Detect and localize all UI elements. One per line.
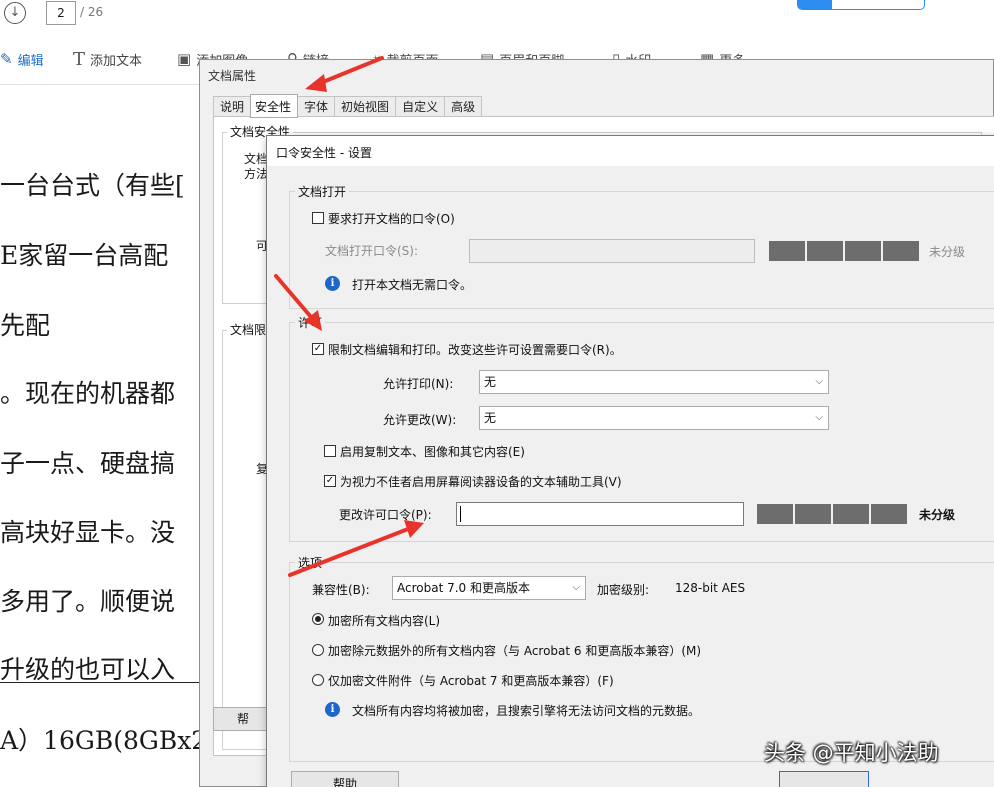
toolbar-separator [0,84,210,85]
dialog-title: 口令安全性 - 设置 [276,146,372,160]
ok-button[interactable] [779,771,869,787]
info-icon: i [325,276,340,291]
restrict-editing-checkbox[interactable]: ✓ [312,343,324,355]
tool-edit-label: 编辑 [17,53,44,69]
accessibility-checkbox[interactable]: ✓ [324,475,336,487]
help-button[interactable]: 帮助 [291,771,399,787]
chevron-down-icon: ⌵ [815,412,823,423]
print-allowed-value: 无 [484,375,497,389]
doc-text-line: 多用了。顺便说 [0,587,176,616]
doc-text-line: A）16GB(8GBx2)套装 [0,726,210,755]
encrypt-attachments-label: 仅加密文件附件（与 Acrobat 7 和更高版本兼容）(F) [328,674,614,688]
permissions-password-input[interactable] [456,502,744,526]
info-icon: i [325,702,340,717]
options-info-text: 文档所有内容均将被加密，且搜索引擎将无法访问文档的元数据。 [352,704,701,718]
watermark-text: 头条 @平知小法助 [764,741,939,765]
print-allowed-label: 允许打印(N): [383,377,454,391]
compatibility-label: 兼容性(B): [312,583,370,597]
encrypt-attachments-radio[interactable] [312,674,324,686]
require-password-checkbox[interactable] [312,212,324,224]
text-caret [460,506,461,522]
encryption-level-value: 128-bit AES [675,581,746,595]
open-info-text: 打开本文档无需口令。 [352,278,473,292]
restrictions-group-title: 文档限 [227,321,270,338]
options-title: 选项 [295,554,326,571]
open-password-strength-meter [769,241,919,261]
changes-allowed-label: 允许更改(W): [383,413,457,427]
open-password-label: 文档打开口令(S): [325,244,419,258]
tab-fonts[interactable]: 字体 [297,96,336,117]
top-toggle-button[interactable] [797,0,925,10]
doc-text-line: 一台台式（有些[ [0,171,185,200]
tool-add-text[interactable]: T 添加文本 [73,44,142,74]
edit-icon: ✎ [0,50,13,68]
doc-text-line: 先配 [0,311,51,340]
tab-description[interactable]: 说明 [213,96,252,117]
permissions-password-strength-meter [757,504,907,524]
password-security-dialog: 口令安全性 - 设置 文档打开 要求打开文档的口令(O) 文档打开口令(S): … [266,135,994,787]
require-password-label: 要求打开文档的口令(O) [328,212,455,226]
tab-initial-view[interactable]: 初始视图 [334,96,397,117]
security-method-label-2: 方法 [244,167,269,181]
properties-help-button[interactable]: 帮 [213,707,273,731]
permissions-title: 许可 [295,314,326,331]
page-number-input[interactable]: 2 [46,1,76,25]
chevron-down-icon: ⌵ [572,582,580,593]
open-password-strength-label: 未分级 [929,245,966,259]
encrypt-except-metadata-label: 加密除元数据外的所有文档内容（与 Acrobat 6 和更高版本兼容）(M) [328,644,702,658]
image-icon: ▣ [177,50,192,68]
navigation-bar: ↓ 2 / 26 [0,0,994,32]
doc-text-line: E家留一台高配 [0,241,169,270]
accessibility-label: 为视力不佳者启用屏幕阅读器设备的文本辅助工具(V) [340,475,622,489]
tool-add-text-label: 添加文本 [90,53,143,69]
changes-allowed-value: 无 [484,411,497,425]
tool-edit[interactable]: ✎ 编辑 [0,44,44,74]
compatibility-value: Acrobat 7.0 和更高版本 [397,581,530,595]
encrypt-except-metadata-radio[interactable] [312,644,324,656]
text-icon: T [73,48,86,70]
dialog-titlebar: 口令安全性 - 设置 [267,136,994,166]
doc-text-line: 。现在的机器都 [0,379,176,408]
page-total-label: / 26 [80,5,104,19]
doc-text-line: 升级的也可以入 [0,655,176,684]
encrypt-all-label: 加密所有文档内容(L) [328,614,441,628]
enable-copy-label: 启用复制文本、图像和其它内容(E) [340,445,525,459]
print-allowed-select[interactable]: 无 ⌵ [479,370,829,394]
document-open-title: 文档打开 [295,183,350,200]
enable-copy-checkbox[interactable] [324,445,336,457]
change-permissions-password-label: 更改许可口令(P): [339,508,432,522]
compatibility-select[interactable]: Acrobat 7.0 和更高版本 ⌵ [392,576,586,600]
doc-text-line: 高块好显卡。没 [0,518,176,547]
encrypt-all-radio[interactable] [312,613,324,625]
doc-table-rule [0,682,210,683]
dialog-body: 文档打开 要求打开文档的口令(O) 文档打开口令(S): 未分级 i 打开本文档… [267,166,994,787]
tab-advanced[interactable]: 高级 [444,96,483,117]
encryption-level-label: 加密级别: [597,583,650,597]
open-password-input[interactable] [469,239,755,263]
restrict-editing-label: 限制文档编辑和打印。改变这些许可设置需要口令(R)。 [328,343,622,357]
toggle-active-segment [798,0,832,9]
tab-bar: 说明 安全性 字体 初始视图 自定义 高级 [213,94,483,118]
chevron-down-icon: ⌵ [815,376,823,387]
changes-allowed-select[interactable]: 无 ⌵ [479,406,829,430]
tab-custom[interactable]: 自定义 [395,96,446,117]
tab-security[interactable]: 安全性 [250,94,299,118]
doc-text-line: 子一点、硬盘搞 [0,449,176,478]
permissions-password-strength-label: 未分级 [919,508,956,522]
dialog-title: 文档属性 [208,69,257,83]
down-arrow-circle-icon[interactable]: ↓ [4,2,26,24]
